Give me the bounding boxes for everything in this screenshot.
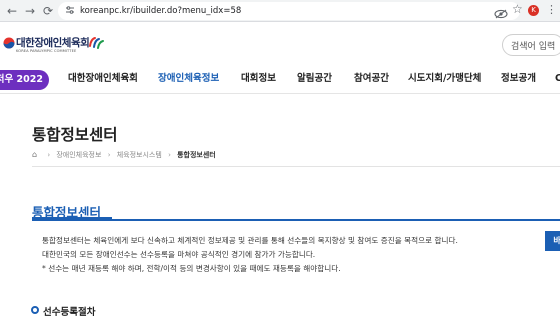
breadcrumb-separator-icon: › [47, 151, 51, 159]
search-input[interactable]: 검색어 입력 [502, 34, 560, 56]
divider [32, 166, 560, 167]
breadcrumb-current: 통합정보센터 [177, 151, 216, 159]
logo-subtitle: KOREA PARALYMPIC COMMITTEE [16, 49, 77, 53]
description-line: 대한민국의 모든 장애인선수는 선수등록을 마쳐야 공식적인 경기에 참가가 가… [42, 250, 316, 259]
bookmark-star-icon[interactable]: ☆ [512, 2, 523, 16]
breadcrumb: ⌂ › 장애인체육정보 › 체육정보시스템 › 통합정보센터 [32, 149, 216, 161]
forward-arrow-icon[interactable]: → [22, 3, 38, 19]
page-title: 통합정보센터 [32, 126, 118, 144]
back-arrow-icon[interactable]: ← [4, 3, 20, 19]
section-underline-accent [32, 217, 112, 220]
logo-mark-icon [3, 37, 15, 49]
reload-icon[interactable]: ⟳ [40, 3, 56, 19]
nav-item-branches[interactable]: 시도지회/가맹단체 [408, 73, 481, 85]
nav-item-participation[interactable]: 참여공간 [354, 73, 389, 85]
agitos-icon [89, 37, 104, 49]
extension-icon[interactable]: K [528, 5, 539, 16]
nav-item-notices[interactable]: 알림공간 [297, 73, 332, 85]
promo-badge[interactable]: 겨저우 2022 [0, 70, 49, 90]
nav-item-association[interactable]: 대한장애인체육회 [68, 73, 138, 85]
search-placeholder: 검색어 입력 [511, 42, 556, 52]
description-line: 통합정보센터는 체육인에게 보다 신속하고 체계적인 정보제공 및 관리를 통해… [42, 236, 458, 245]
nav-item-disclosure[interactable]: 정보공개 [501, 73, 536, 85]
nav-item-more[interactable]: C [555, 73, 560, 85]
nav-item-sports-info[interactable]: 장애인체육정보 [158, 73, 219, 85]
breadcrumb-item[interactable]: 체육정보시스템 [117, 149, 162, 161]
description-note: * 선수는 매년 재등록 해야 하며, 전학/이적 등의 변경사항이 있을 때에… [42, 264, 341, 273]
logo-title: 대한장애인체육회 [16, 37, 90, 49]
breadcrumb-item[interactable]: 장애인체육정보 [56, 149, 101, 161]
subsection-heading: 선수등록절차 [43, 307, 96, 318]
breadcrumb-separator-icon: › [107, 151, 111, 159]
home-icon[interactable]: ⌂ [32, 149, 37, 161]
global-navigation: 겨저우 2022 대한장애인체육회 장애인체육정보 대회정보 알림공간 참여공간… [0, 64, 560, 94]
site-header: 대한장애인체육회 KOREA PARALYMPIC COMMITTEE 검색어 … [0, 22, 560, 64]
bullet-circle-icon [31, 306, 39, 314]
site-logo[interactable]: 대한장애인체육회 KOREA PARALYMPIC COMMITTEE [2, 34, 104, 56]
nav-item-competition-info[interactable]: 대회정보 [241, 73, 276, 85]
breadcrumb-separator-icon: › [168, 151, 171, 159]
eye-off-icon[interactable] [494, 4, 508, 19]
cta-button[interactable]: 바 [545, 231, 560, 251]
browser-toolbar: ← → ⟳ koreanpc.kr/ibuilder.do?menu_idx=5… [0, 0, 560, 22]
site-settings-icon[interactable] [64, 5, 76, 17]
more-menu-icon[interactable]: ⋮ [546, 4, 557, 16]
url-text: koreanpc.kr/ibuilder.do?menu_idx=58 [80, 6, 242, 16]
address-bar[interactable]: koreanpc.kr/ibuilder.do?menu_idx=58 [58, 2, 520, 20]
